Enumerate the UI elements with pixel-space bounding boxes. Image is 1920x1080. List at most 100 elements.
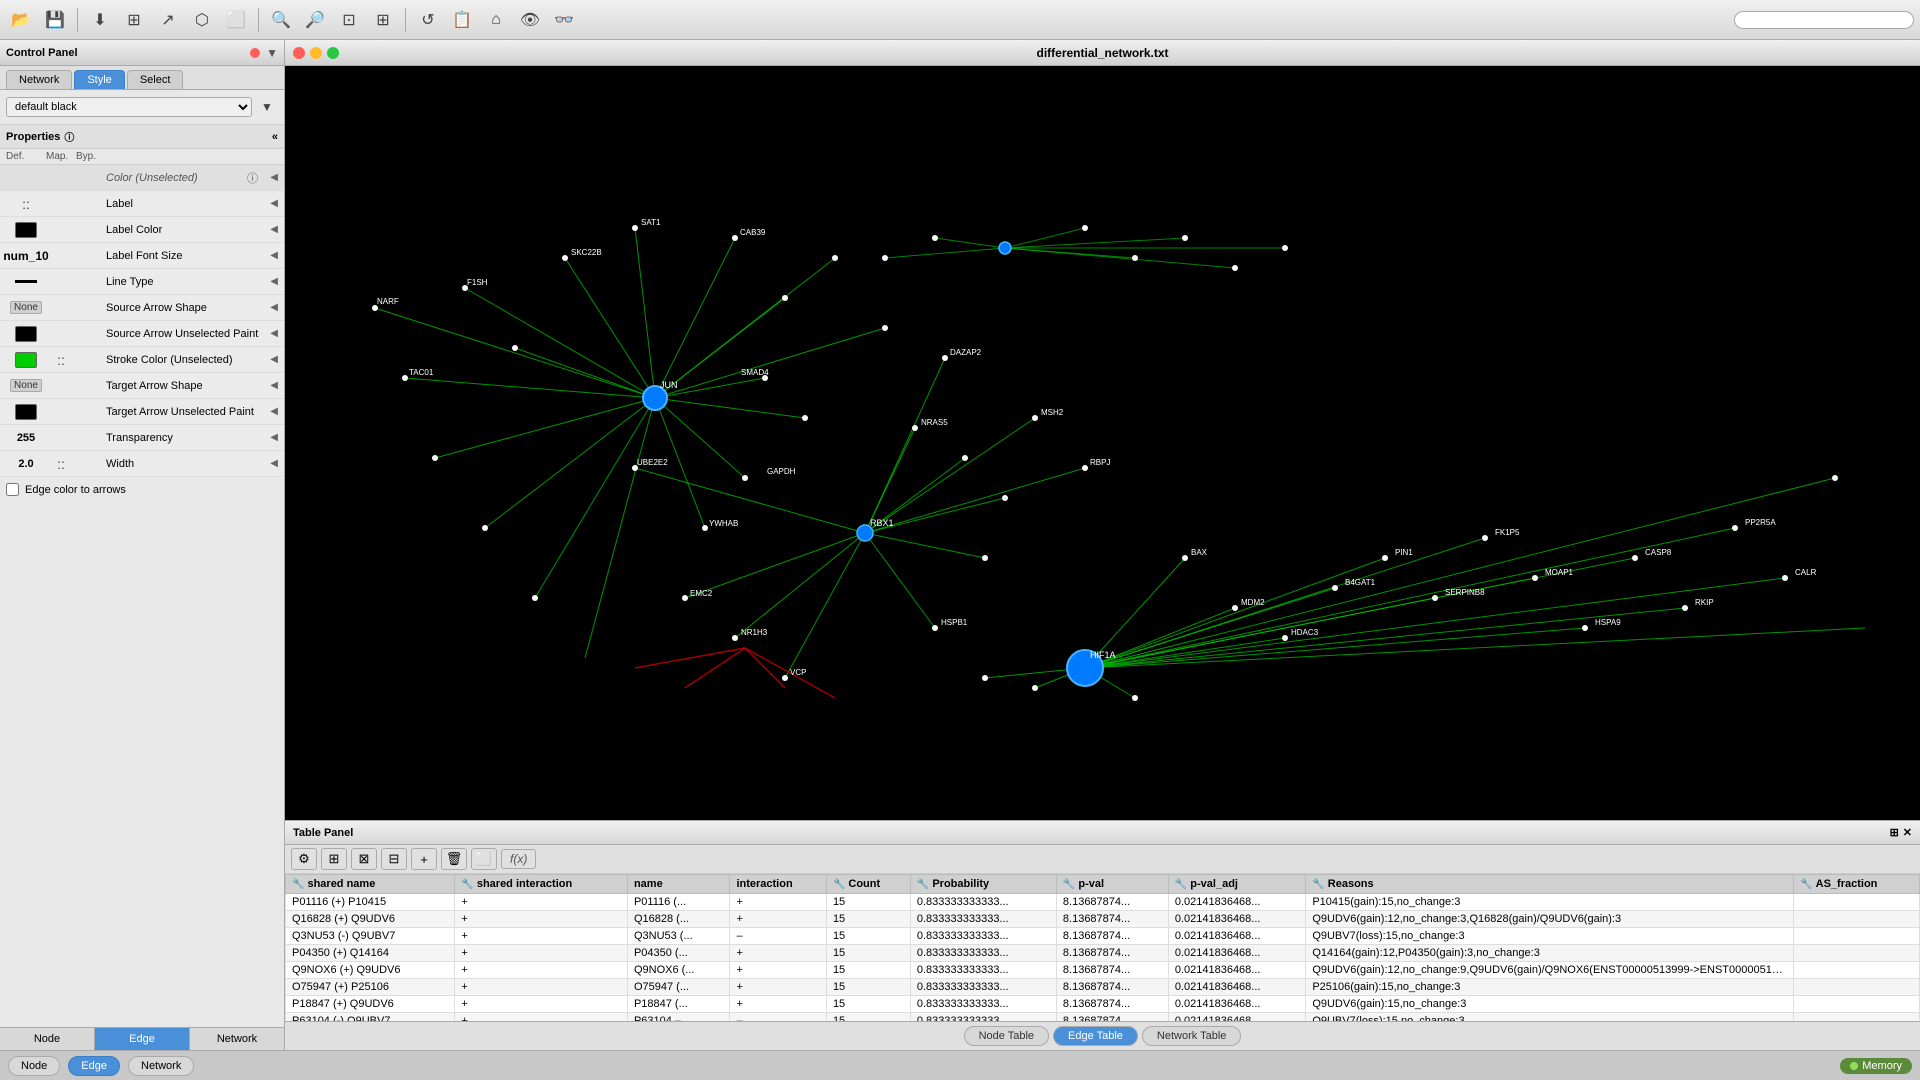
table-fx-button[interactable]: f(x) [501, 849, 536, 869]
cp-bottom-tabs: Node Edge Network [0, 1027, 284, 1050]
prop-stroke-color-row[interactable]: :: Stroke Color (Unselected) ◀ [0, 347, 284, 373]
tab-network[interactable]: Network [6, 70, 72, 89]
status-tab-edge[interactable]: Edge [68, 1056, 120, 1076]
style-dropdown[interactable]: default black [6, 97, 252, 117]
cp-tab-node[interactable]: Node [0, 1028, 95, 1050]
open-file-button[interactable]: 📂 [6, 5, 36, 35]
main-content: Control Panel ▼ Network Style Select def… [0, 40, 1920, 1050]
prop-source-arrow-row[interactable]: None Source Arrow Shape ◀ [0, 295, 284, 321]
properties-info-icon[interactable]: ⓘ [64, 129, 74, 144]
table-export-button[interactable]: ⬜ [471, 848, 497, 870]
table-tab-node-table[interactable]: Node Table [964, 1026, 1049, 1046]
col-pval[interactable]: 🔧p-val [1056, 875, 1168, 894]
table-button[interactable]: ⊞ [119, 5, 149, 35]
table-tab-edge-table[interactable]: Edge Table [1053, 1026, 1138, 1046]
control-panel-close[interactable] [250, 48, 260, 58]
zoom-in-button[interactable]: 🔍 [266, 5, 296, 35]
prop-label-row[interactable]: :: Label ◀ [0, 191, 284, 217]
svg-text:B4GAT1: B4GAT1 [1345, 578, 1376, 587]
zoom-select-button[interactable]: ⊞ [368, 5, 398, 35]
network-svg: JUN RBX1 HIF1A NARF TAC01 F1SH SKC22B SA… [285, 66, 1920, 820]
status-tab-network[interactable]: Network [128, 1056, 194, 1076]
save-button[interactable]: 💾 [40, 5, 70, 35]
svg-text:EMC2: EMC2 [690, 589, 713, 598]
style-options-button[interactable]: ▼ [256, 96, 278, 118]
table-row[interactable]: Q9NOX6 (+) Q9UDV6 + Q9NOX6 (... + 15 0.8… [286, 962, 1920, 979]
prop-label-font-size-row[interactable]: num_10 Label Font Size ◀ [0, 243, 284, 269]
window-maximize-button[interactable] [327, 47, 339, 59]
window-minimize-button[interactable] [310, 47, 322, 59]
prop-line-type-row[interactable]: Line Type ◀ [0, 269, 284, 295]
table-row[interactable]: O75947 (+) P25106 + O75947 (... + 15 0.8… [286, 979, 1920, 996]
svg-text:GAPDH: GAPDH [767, 467, 796, 476]
table-merge-button[interactable]: ⊠ [351, 848, 377, 870]
home-button[interactable]: ⌂ [481, 5, 511, 35]
color-info-icon[interactable]: ⓘ [247, 170, 258, 186]
col-count[interactable]: 🔧Count [826, 875, 910, 894]
table-settings-button[interactable]: ⚙ [291, 848, 317, 870]
col-probability[interactable]: 🔧Probability [910, 875, 1056, 894]
data-table[interactable]: 🔧shared name 🔧shared interaction name in… [285, 874, 1920, 1021]
table-row[interactable]: P18847 (+) Q9UDV6 + P18847 (... + 15 0.8… [286, 996, 1920, 1013]
table-row[interactable]: Q16828 (+) Q9UDV6 + Q16828 (... + 15 0.8… [286, 911, 1920, 928]
refresh-button[interactable]: ↺ [413, 5, 443, 35]
col-shared-interaction[interactable]: 🔧shared interaction [455, 875, 628, 894]
table-body: P01116 (+) P10415 + P01116 (... + 15 0.8… [286, 894, 1920, 1022]
table-row[interactable]: P01116 (+) P10415 + P01116 (... + 15 0.8… [286, 894, 1920, 911]
prop-width-row[interactable]: 2.0 :: Width ◀ [0, 451, 284, 477]
layout-button[interactable]: ⬡ [187, 5, 217, 35]
tab-select[interactable]: Select [127, 70, 184, 89]
prop-label-color-row[interactable]: Label Color ◀ [0, 217, 284, 243]
control-panel-collapse[interactable]: ▼ [266, 46, 278, 60]
label-color-swatch[interactable] [15, 222, 37, 238]
edge-color-checkbox[interactable] [6, 483, 19, 496]
show-button[interactable]: 👓 [549, 5, 579, 35]
col-pval-adj[interactable]: 🔧p-val_adj [1168, 875, 1305, 894]
prop-target-arrow-paint-row[interactable]: Target Arrow Unselected Paint ◀ [0, 399, 284, 425]
svg-text:MDM2: MDM2 [1241, 598, 1265, 607]
col-reasons[interactable]: 🔧Reasons [1306, 875, 1794, 894]
hide-button[interactable]: 👁 [515, 5, 545, 35]
prop-transparency-row[interactable]: 255 Transparency ◀ [0, 425, 284, 451]
svg-text:CASP8: CASP8 [1645, 548, 1672, 557]
table-row[interactable]: Q3NU53 (-) Q9UBV7 + Q3NU53 (... – 15 0.8… [286, 928, 1920, 945]
window-close-button[interactable] [293, 47, 305, 59]
svg-text:RBX1: RBX1 [870, 518, 894, 528]
network-canvas[interactable]: JUN RBX1 HIF1A NARF TAC01 F1SH SKC22B SA… [285, 66, 1920, 820]
table-add-button[interactable]: + [411, 848, 437, 870]
target-arrow-paint-swatch[interactable] [15, 404, 37, 420]
prop-source-arrow-paint-row[interactable]: Source Arrow Unselected Paint ◀ [0, 321, 284, 347]
table-layout-button[interactable]: ⊞ [321, 848, 347, 870]
table-row[interactable]: P04350 (+) Q14164 + P04350 (... + 15 0.8… [286, 945, 1920, 962]
table-row[interactable]: P63104 (-) Q9UBV7 + P63104 –... – 15 0.8… [286, 1013, 1920, 1022]
col-interaction[interactable]: interaction [730, 875, 827, 894]
tab-style[interactable]: Style [74, 70, 124, 89]
target-arrow-none: None [10, 379, 42, 392]
table-tab-network-table[interactable]: Network Table [1142, 1026, 1242, 1046]
transparency-value: 255 [6, 432, 46, 444]
fit-button[interactable]: ⊡ [334, 5, 364, 35]
copy-button[interactable]: 📋 [447, 5, 477, 35]
stroke-color-swatch[interactable] [15, 352, 37, 368]
cp-tab-edge[interactable]: Edge [95, 1028, 190, 1050]
table-close-icon[interactable]: ✕ [1903, 826, 1912, 839]
table-delete-button[interactable]: 🗑 [441, 848, 467, 870]
import-button[interactable]: ⬇ [85, 5, 115, 35]
prop-target-arrow-row[interactable]: None Target Arrow Shape ◀ [0, 373, 284, 399]
table-split-button[interactable]: ⊟ [381, 848, 407, 870]
export-button[interactable]: ⬜ [221, 5, 251, 35]
table-expand-icon[interactable]: ⊞ [1890, 826, 1899, 839]
zoom-out-button[interactable]: 🔎 [300, 5, 330, 35]
cp-tab-network[interactable]: Network [190, 1028, 284, 1050]
col-as-fraction[interactable]: 🔧AS_fraction [1794, 875, 1920, 894]
control-panel: Control Panel ▼ Network Style Select def… [0, 40, 285, 1050]
col-shared-name[interactable]: 🔧shared name [286, 875, 455, 894]
share-button[interactable]: ↗ [153, 5, 183, 35]
status-tab-node[interactable]: Node [8, 1056, 60, 1076]
col-name[interactable]: name [627, 875, 729, 894]
search-input[interactable] [1734, 11, 1914, 29]
source-arrow-paint-swatch[interactable] [15, 326, 37, 342]
properties-collapse-icon[interactable]: « [272, 131, 278, 143]
network-title: differential_network.txt [1036, 46, 1168, 60]
svg-text:SKC22B: SKC22B [571, 248, 602, 257]
